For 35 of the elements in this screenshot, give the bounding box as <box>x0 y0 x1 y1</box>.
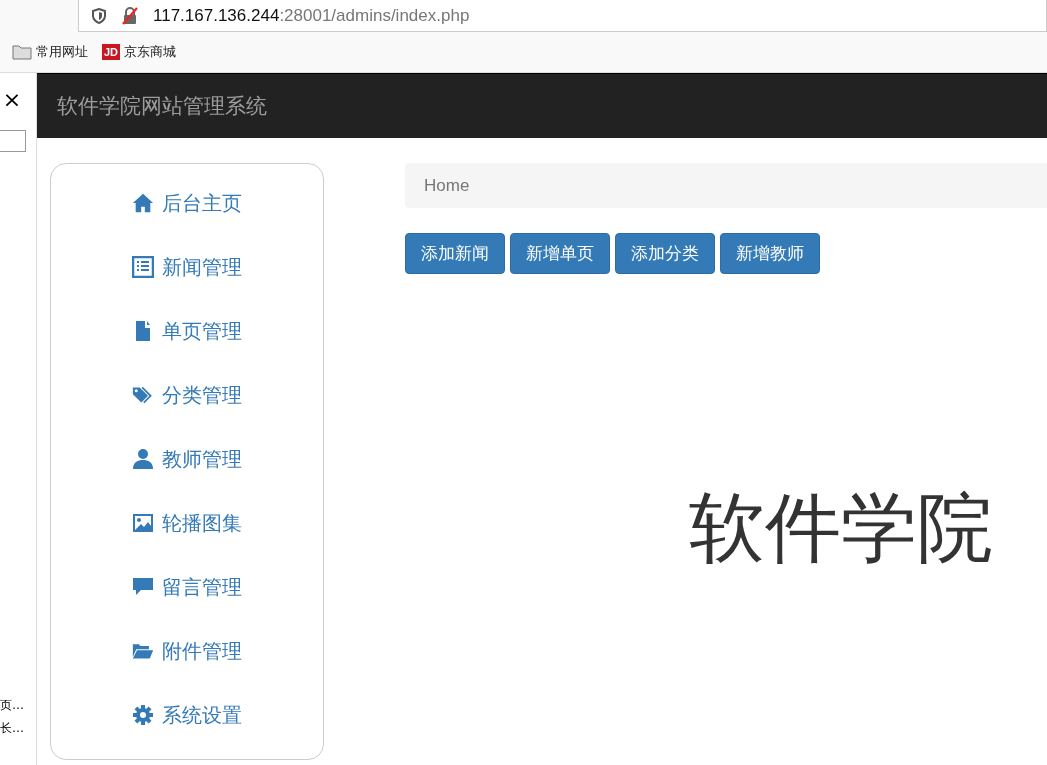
bookmark[interactable]: 常用网址 <box>12 43 88 61</box>
folder-icon <box>12 44 32 60</box>
action-button[interactable]: 添加分类 <box>615 233 715 274</box>
comment-icon <box>132 576 154 598</box>
brand-title[interactable]: 软件学院网站管理系统 <box>57 92 267 120</box>
jd-logo: JD <box>102 44 121 60</box>
sidebar-item[interactable]: 教师管理 <box>132 440 242 478</box>
close-button[interactable]: × <box>0 73 24 122</box>
sidebar-item[interactable]: 单页管理 <box>132 312 242 350</box>
tags-icon <box>132 384 154 406</box>
input-field[interactable] <box>0 130 26 152</box>
action-button[interactable]: 新增单页 <box>510 233 610 274</box>
insecure-lock-icon <box>121 6 139 25</box>
user-icon <box>132 448 154 470</box>
list-item[interactable]: 长… <box>0 720 36 737</box>
url-text: 117.167.136.244:28001/admins/index.php <box>153 5 470 26</box>
sidebar-item[interactable]: 系统设置 <box>132 696 242 734</box>
image-icon <box>132 512 154 534</box>
action-button[interactable]: 新增教师 <box>720 233 820 274</box>
settings-icon <box>132 704 154 726</box>
sidebar-item[interactable]: 分类管理 <box>132 376 242 414</box>
bookmark[interactable]: JD 京东商城 <box>102 43 177 61</box>
sidebar-item[interactable]: 留言管理 <box>132 568 242 606</box>
address-bar[interactable]: 117.167.136.244:28001/admins/index.php <box>78 0 1047 32</box>
welcome-heading: 软件学院 <box>689 482 994 574</box>
action-button[interactable]: 添加新闻 <box>405 233 505 274</box>
breadcrumb-item[interactable]: Home <box>424 175 470 196</box>
sidebar-item[interactable]: 附件管理 <box>132 632 242 670</box>
home-icon <box>132 192 154 214</box>
sidebar-item[interactable]: 新闻管理 <box>132 248 242 286</box>
list-item[interactable]: 页… <box>0 697 36 714</box>
shield-icon <box>91 7 107 24</box>
sidebar-item[interactable]: 后台主页 <box>132 184 242 222</box>
sidebar-item[interactable]: 轮播图集 <box>132 504 242 542</box>
list-icon <box>132 256 154 278</box>
